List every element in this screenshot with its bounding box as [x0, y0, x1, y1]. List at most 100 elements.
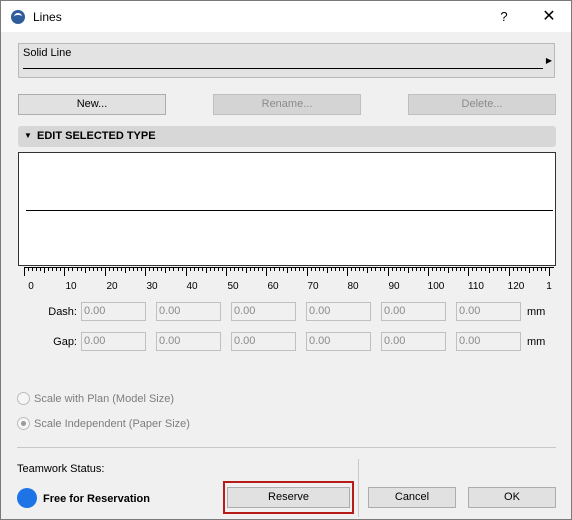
ruler-tick: [294, 267, 296, 271]
ruler-tick: [452, 267, 454, 271]
ruler-tick: [440, 267, 442, 271]
new-button[interactable]: New...: [18, 94, 166, 115]
window-title: Lines: [33, 10, 62, 24]
ruler-tick: [112, 267, 114, 271]
rename-button[interactable]: Rename...: [213, 94, 361, 115]
ruler-tick: [129, 267, 131, 271]
ruler-tick: [149, 267, 151, 271]
ruler-tick: [411, 267, 413, 271]
line-type-sample: [23, 68, 543, 69]
ruler-tick: [76, 267, 78, 271]
ruler-tick: [391, 267, 393, 271]
ruler-tick: [60, 267, 62, 271]
ruler-tick: [32, 267, 34, 271]
ruler-tick: [177, 267, 179, 271]
line-type-selector[interactable]: Solid Line ▶: [18, 43, 555, 78]
line-preview: [18, 152, 556, 266]
scale-paper-radio[interactable]: [17, 417, 30, 430]
ruler-tick: [258, 267, 260, 271]
ruler-label: 120: [507, 281, 525, 292]
ruler-tick: [387, 267, 389, 276]
ruler-tick: [270, 267, 272, 271]
ruler-tick: [274, 267, 276, 271]
ruler-tick: [464, 267, 466, 271]
dash-field[interactable]: 0.00: [381, 302, 446, 321]
ruler-tick: [379, 267, 381, 271]
expand-arrow-icon: ▶: [545, 56, 552, 65]
reserve-button[interactable]: Reserve: [227, 487, 350, 508]
ruler-tick: [436, 267, 438, 271]
ruler-tick: [169, 267, 171, 271]
ruler-tick: [153, 267, 155, 271]
help-button[interactable]: ?: [481, 1, 527, 32]
teamwork-status-text: Free for Reservation: [43, 493, 150, 505]
lines-dialog: Lines ? ✕ Solid Line ▶ New... Rename... …: [0, 0, 572, 520]
ruler-tick: [310, 267, 312, 271]
ruler-tick: [266, 267, 268, 276]
gap-field[interactable]: 0.00: [381, 332, 446, 351]
dash-label: Dash:: [48, 306, 77, 318]
ruler-tick: [100, 267, 102, 271]
ruler-tick: [549, 267, 551, 276]
ruler-tick: [512, 267, 514, 271]
cancel-button[interactable]: Cancel: [368, 487, 456, 508]
close-button[interactable]: ✕: [527, 1, 571, 32]
scale-model-label: Scale with Plan (Model Size): [34, 393, 175, 405]
edit-selected-type-header[interactable]: ▼ EDIT SELECTED TYPE: [18, 126, 556, 147]
gap-field[interactable]: 0.00: [231, 332, 296, 351]
ruler-tick: [331, 267, 333, 271]
ruler-tick: [24, 267, 25, 276]
ruler-tick: [201, 267, 203, 271]
ruler-tick: [238, 267, 240, 271]
ruler-tick: [524, 267, 526, 271]
gap-label: Gap:: [53, 336, 77, 348]
ruler-tick: [84, 267, 86, 273]
ruler-tick: [351, 267, 353, 271]
ruler-tick: [209, 267, 211, 271]
ruler-tick: [339, 267, 341, 271]
ruler-tick: [286, 267, 288, 273]
dash-field[interactable]: 0.00: [231, 302, 296, 321]
ruler-tick: [278, 267, 280, 271]
ruler-tick: [141, 267, 143, 271]
ruler: [24, 267, 554, 279]
ruler-tick: [537, 267, 539, 271]
ruler-tick: [290, 267, 292, 271]
delete-button[interactable]: Delete...: [408, 94, 556, 115]
ruler-tick: [492, 267, 494, 271]
title-bar: Lines ? ✕: [1, 1, 571, 32]
app-icon: [11, 10, 25, 24]
dash-field[interactable]: 0.00: [156, 302, 221, 321]
ruler-tick: [96, 267, 98, 271]
ok-button[interactable]: OK: [468, 487, 556, 508]
dash-field[interactable]: 0.00: [81, 302, 146, 321]
teamwork-status-label: Teamwork Status:: [17, 463, 105, 475]
ruler-tick: [157, 267, 159, 271]
dash-field[interactable]: 0.00: [306, 302, 371, 321]
ruler-tick: [40, 267, 42, 271]
ruler-tick: [318, 267, 320, 271]
ruler-tick: [541, 267, 543, 271]
ruler-tick: [508, 267, 510, 276]
ruler-label: 80: [347, 281, 359, 292]
gap-field[interactable]: 0.00: [456, 332, 521, 351]
ruler-tick: [165, 267, 167, 273]
gap-field[interactable]: 0.00: [156, 332, 221, 351]
ruler-tick: [302, 267, 304, 271]
gap-field[interactable]: 0.00: [306, 332, 371, 351]
ruler-tick: [476, 267, 478, 271]
dash-field[interactable]: 0.00: [456, 302, 521, 321]
ruler-tick: [468, 267, 470, 276]
ruler-tick: [367, 267, 369, 273]
ruler-tick: [533, 267, 535, 271]
dash-unit: mm: [527, 306, 546, 318]
ruler-tick: [282, 267, 284, 271]
gap-field[interactable]: 0.00: [81, 332, 146, 351]
scale-model-radio[interactable]: [17, 392, 30, 405]
ruler-tick: [205, 267, 207, 273]
ruler-tick: [415, 267, 417, 271]
collapse-triangle-icon: ▼: [24, 131, 32, 140]
ruler-tick: [185, 267, 187, 276]
ruler-tick: [246, 267, 248, 273]
ruler-label: 20: [106, 281, 118, 292]
